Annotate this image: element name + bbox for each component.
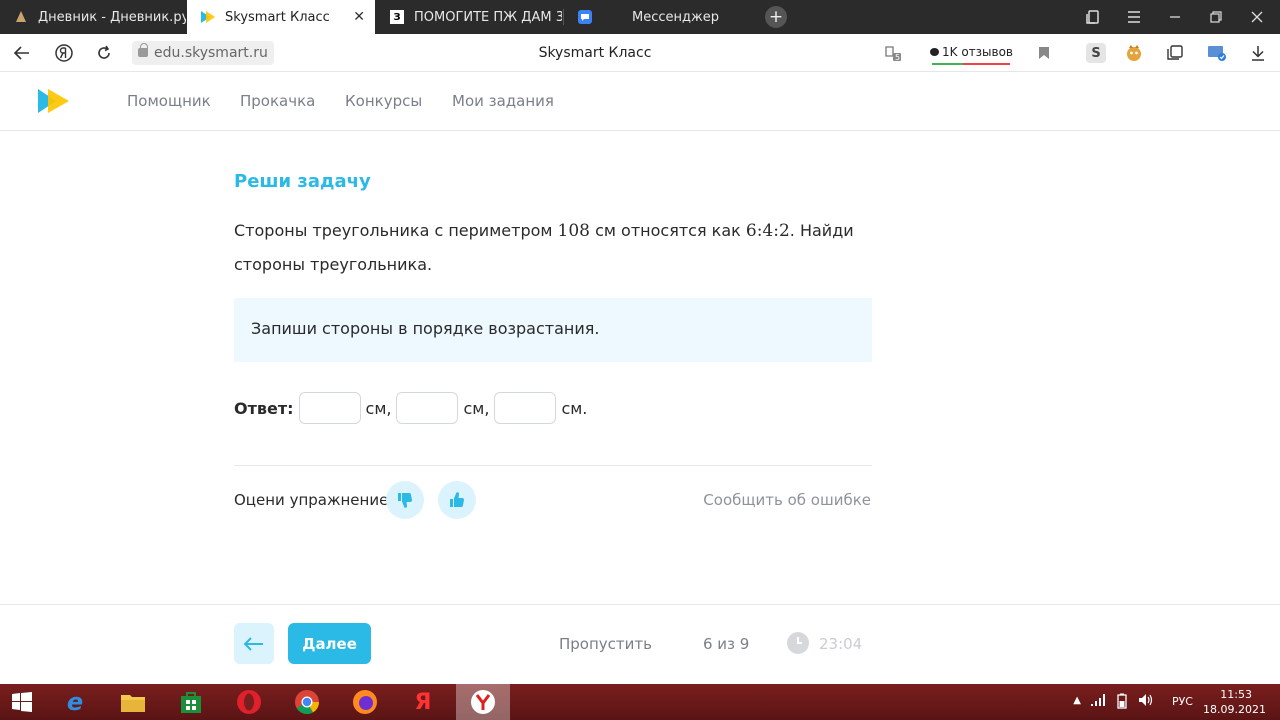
ratio-value: 6:4:2 — [745, 221, 790, 241]
bookmark-icon[interactable] — [1034, 43, 1054, 63]
answer-input-3[interactable] — [494, 392, 557, 424]
firefox-icon[interactable] — [350, 687, 380, 717]
unit-label: см. — [561, 398, 588, 418]
internet-explorer-icon[interactable]: e — [60, 687, 90, 717]
yandex-app-icon[interactable] — [468, 687, 498, 717]
reviews-label: 1K отзывов — [942, 45, 1013, 59]
menu-hamburger-icon[interactable] — [1114, 0, 1154, 34]
timer: 23:04 — [819, 635, 863, 653]
divider — [234, 465, 872, 466]
browser-tab-strip: Дневник - Дневник.ру Skysmart Класс ✕ З … — [0, 0, 1280, 34]
nav-contests[interactable]: Конкурсы — [345, 92, 422, 110]
answer-input-2[interactable] — [396, 392, 459, 424]
znanija-favicon: З — [390, 10, 404, 24]
network-icon[interactable] — [1090, 693, 1106, 710]
previous-button[interactable] — [234, 623, 274, 664]
thumbs-down-icon — [398, 493, 412, 508]
progress-counter: 6 из 9 — [703, 635, 750, 653]
task-statement: Стороны треугольника с периметром 108 см… — [234, 214, 874, 282]
tab-messenger[interactable]: Мессенджер — [564, 0, 750, 34]
site-header: Помощник Прокачка Конкурсы Мои задания — [0, 72, 1280, 131]
url-text: edu.skysmart.ru — [154, 45, 268, 61]
thumbs-down-button[interactable] — [386, 481, 424, 519]
hint-text: Запиши стороны в порядке возрастания. — [251, 319, 600, 338]
collections-toolbar-icon[interactable] — [1165, 43, 1185, 63]
task-heading: Реши задачу — [234, 171, 371, 192]
next-button[interactable]: Далее — [288, 623, 371, 664]
back-arrow-icon[interactable] — [10, 42, 34, 64]
close-tab-icon[interactable]: ✕ — [353, 9, 365, 25]
s-extension-icon[interactable]: S — [1086, 43, 1106, 63]
answer-input-1[interactable] — [298, 392, 361, 424]
task-text-part: см относятся как — [590, 221, 746, 240]
volume-icon[interactable] — [1138, 693, 1154, 710]
chrome-icon[interactable] — [292, 687, 322, 717]
file-explorer-icon[interactable] — [118, 687, 148, 717]
close-window-icon[interactable] — [1237, 0, 1277, 34]
skysmart-favicon — [201, 10, 215, 24]
download-icon[interactable] — [1248, 43, 1268, 63]
reviews-extension[interactable]: 1K отзывов — [930, 42, 1013, 65]
skysmart-logo-icon[interactable] — [38, 89, 72, 113]
opera-icon[interactable] — [234, 687, 264, 717]
taskbar: e Я ▲ РУС 11:53 18.09.2021 — [0, 684, 1280, 720]
tab-label: ПОМОГИТЕ ПЖ ДАМ 30 Б — [414, 9, 562, 25]
mascot-extension-icon[interactable] — [1124, 43, 1144, 63]
hint-box: Запиши стороны в порядке возрастания. — [234, 298, 872, 362]
restore-icon[interactable] — [1196, 0, 1236, 34]
tab-dnevnik[interactable]: Дневник - Дневник.ру — [0, 0, 186, 34]
skip-button[interactable]: Пропустить — [559, 635, 652, 653]
exercise-footer: Далее Пропустить 6 из 9 23:04 — [0, 604, 1280, 684]
lock-icon — [138, 43, 148, 57]
protect-extension-icon[interactable]: 5 — [883, 43, 903, 63]
store-icon[interactable] — [176, 687, 206, 717]
tab-label: Дневник - Дневник.ру — [38, 9, 186, 25]
answer-row: Ответ: см, см, см. — [234, 392, 592, 424]
nav-helper[interactable]: Помощник — [127, 92, 211, 110]
mail-extension-icon[interactable] — [1207, 43, 1227, 63]
tab-label: Мессенджер — [632, 9, 719, 25]
arrow-left-icon — [244, 636, 263, 651]
tab-label: Skysmart Класс — [225, 9, 330, 25]
tab-znanija[interactable]: З ПОМОГИТЕ ПЖ ДАМ 30 Б — [376, 0, 562, 34]
unit-label: см, — [365, 398, 392, 418]
tray-expand-icon[interactable]: ▲ — [1073, 695, 1081, 706]
battery-icon[interactable] — [1115, 693, 1129, 712]
address-bar: edu.skysmart.ru Skysmart Класс 5 1K отзы… — [0, 34, 1280, 72]
thumbs-up-button[interactable] — [438, 481, 476, 519]
reload-icon[interactable] — [92, 42, 116, 64]
thumbs-up-icon — [450, 492, 464, 507]
minimize-icon[interactable] — [1155, 0, 1195, 34]
windows-start-icon[interactable] — [7, 687, 37, 717]
clock-icon — [787, 632, 809, 654]
unit-label: см, — [463, 398, 490, 418]
collections-icon[interactable] — [1073, 0, 1113, 34]
nav-my-tasks[interactable]: Мои задания — [452, 92, 554, 110]
yandex-logo-icon[interactable] — [52, 42, 76, 64]
speech-bubble-icon — [930, 48, 939, 56]
clock-time: 11:53 — [1220, 688, 1252, 701]
messenger-favicon — [578, 10, 592, 24]
answer-label: Ответ: — [234, 398, 294, 418]
language-indicator[interactable]: РУС — [1172, 695, 1193, 708]
dnevnik-favicon — [14, 10, 28, 24]
rating-bar — [932, 63, 1010, 65]
tab-skysmart[interactable]: Skysmart Класс ✕ — [187, 0, 375, 34]
report-error-link[interactable]: Сообщить об ошибке — [703, 491, 871, 509]
url-field[interactable]: edu.skysmart.ru — [132, 41, 274, 65]
yandex-browser-icon[interactable]: Я — [408, 687, 438, 717]
perimeter-value: 108 — [557, 221, 590, 241]
extension-badge: 5 — [895, 53, 901, 62]
task-text-part: Стороны треугольника с периметром — [234, 221, 558, 240]
new-tab-plus-icon[interactable]: + — [765, 6, 787, 28]
rate-exercise-label: Оцени упражнение — [234, 491, 389, 509]
clock-date: 18.09.2021 — [1203, 703, 1266, 716]
nav-training[interactable]: Прокачка — [240, 92, 315, 110]
